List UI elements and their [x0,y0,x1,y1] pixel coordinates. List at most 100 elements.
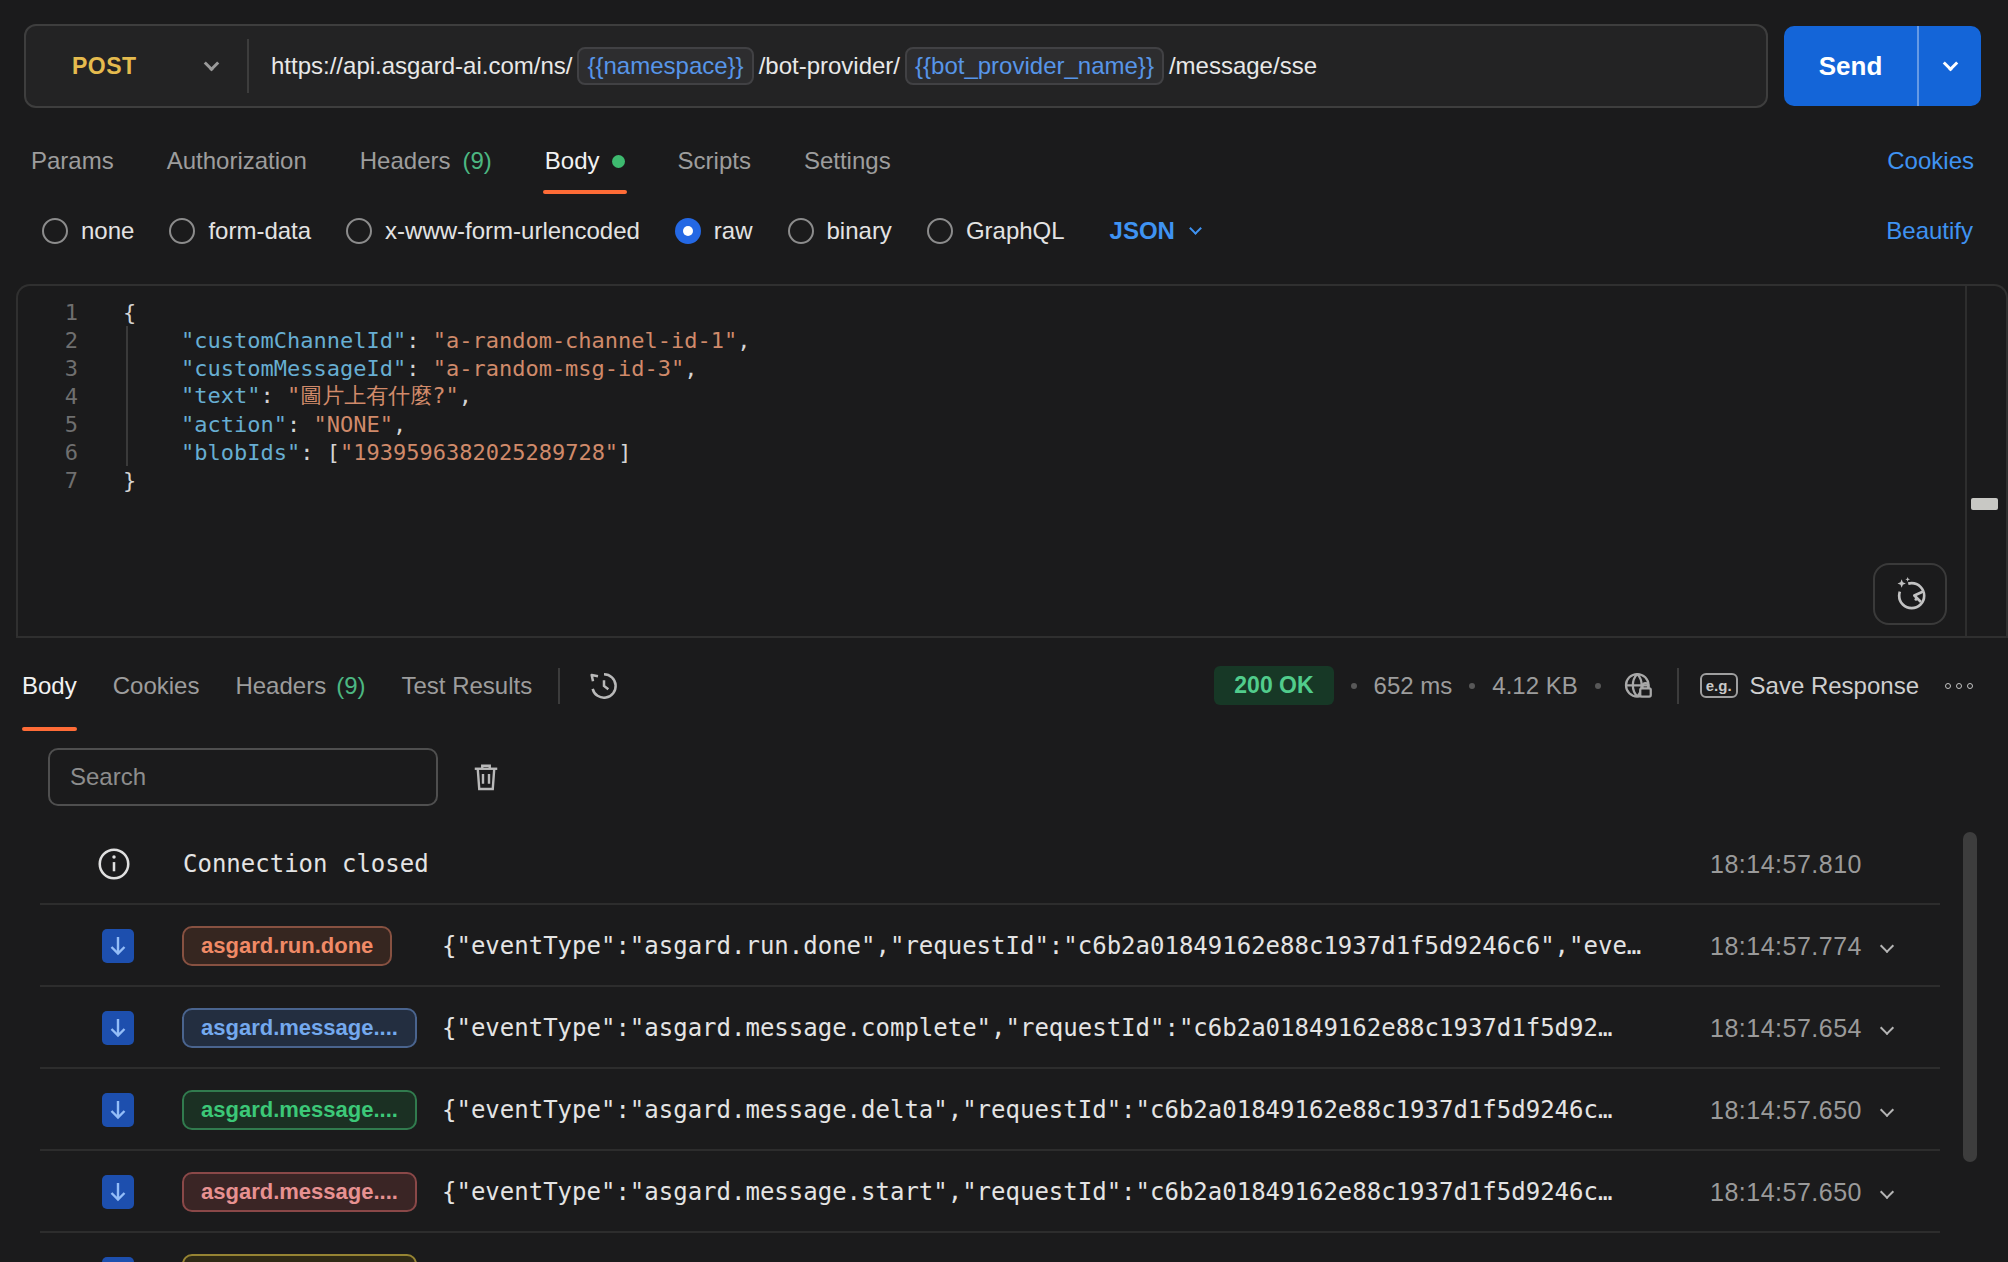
history-icon[interactable] [584,666,624,706]
chevron-down-icon [1189,222,1202,235]
event-timestamp: 18:14:57.810 [1710,850,1862,879]
radio-button[interactable] [42,218,68,244]
indent-guide [126,326,128,466]
event-type-badge: asgard.message.... [182,1254,417,1262]
editor-line: 3"customMessageId": "a-random-msg-id-3", [18,354,2006,382]
response-time: 652 ms [1374,672,1453,700]
save-response-button[interactable]: Save Response [1750,672,1919,700]
method-label: POST [72,53,137,80]
download-arrow-icon [102,929,134,963]
body-mode-form-data[interactable]: form-data [169,217,311,245]
event-type-badge: asgard.message.... [182,1172,417,1212]
body-mode-x-www-form-urlencoded[interactable]: x-www-form-urlencoded [346,217,640,245]
event-timestamp: 18:14:57.650 [1710,1178,1862,1207]
tab-params[interactable]: Params [31,128,114,194]
event-row[interactable]: asgard.message.... [0,1233,2008,1262]
search-input[interactable] [48,748,438,806]
response-tab-headers[interactable]: Headers(9) [235,638,365,733]
radio-button[interactable] [169,218,195,244]
line-number: 1 [18,300,78,325]
event-payload-preview: {"eventType":"asgard.message.complete","… [442,1014,1612,1042]
line-number: 3 [18,356,78,381]
radio-button[interactable] [788,218,814,244]
request-tabs: Params Authorization Headers(9) Body Scripts… [0,128,2008,194]
url-segment: https://api.asgard-ai.com/ns/ [271,52,572,80]
event-row[interactable]: Connection closed18:14:57.810 [0,823,2008,905]
expand-chevron-icon[interactable] [1882,1183,1892,1201]
mode-label: binary [827,217,892,245]
send-button[interactable]: Send [1784,26,1917,106]
event-type-badge: asgard.message.... [182,1008,417,1048]
body-mode-raw[interactable]: raw [675,217,753,245]
network-icon[interactable] [1620,668,1656,704]
chevron-down-icon [1942,55,1958,71]
method-selector[interactable]: POST [26,53,247,80]
line-number: 6 [18,440,78,465]
radio-button[interactable] [927,218,953,244]
mode-label: form-data [208,217,311,245]
url-variable: {{namespace}} [577,47,753,85]
request-body-editor[interactable]: 1{2"customChannelId": "a-random-channel-… [16,284,2008,638]
dot-separator [1351,683,1357,689]
response-bar: Body Cookies Headers(9) Test Results 200 OK… [0,638,2008,733]
line-number: 2 [18,328,78,353]
dot-separator [1595,683,1601,689]
cookies-link[interactable]: Cookies [1887,147,1974,175]
editor-line: 1{ [18,298,2006,326]
tab-scripts[interactable]: Scripts [678,128,751,194]
editor-line: 4"text": "圖片上有什麼?", [18,382,2006,410]
url-segment: /message/sse [1169,52,1317,80]
editor-scrollbar-thumb[interactable] [1971,498,1998,510]
url-variable: {{bot_provider_name}} [905,47,1164,85]
tab-authorization[interactable]: Authorization [167,128,307,194]
dot-separator [1469,683,1475,689]
editor-scrollbar-track [1965,286,1967,636]
expand-chevron-icon[interactable] [1882,1019,1892,1037]
mode-label: raw [714,217,753,245]
tab-headers[interactable]: Headers(9) [360,128,492,194]
mode-label: none [81,217,134,245]
format-dropdown[interactable]: JSON [1110,217,1200,245]
event-row[interactable]: asgard.message.... {"eventType":"asgard.m… [0,987,2008,1069]
response-tab-test-results[interactable]: Test Results [401,638,532,733]
event-row[interactable]: asgard.message....{"eventType":"asgard.m… [0,1069,2008,1151]
event-timestamp: 18:14:57.774 [1710,932,1862,961]
radio-button[interactable] [675,218,701,244]
expand-chevron-icon[interactable] [1882,937,1892,955]
format-label: JSON [1110,217,1175,245]
download-arrow-icon [102,1257,134,1262]
body-mode-GraphQL[interactable]: GraphQL [927,217,1065,245]
postbot-icon [1890,574,1930,614]
download-arrow-icon [102,1093,134,1127]
line-number: 5 [18,412,78,437]
tab-settings[interactable]: Settings [804,128,891,194]
event-list: Connection closed18:14:57.810asgard.run.… [0,823,2008,1262]
event-row[interactable]: asgard.run.done{"eventType":"asgard.run.… [0,905,2008,987]
send-options-button[interactable] [1919,26,1981,106]
divider [558,668,560,704]
tab-body[interactable]: Body [545,128,625,194]
response-tab-cookies[interactable]: Cookies [113,638,200,733]
url-bar: POST https://api.asgard-ai.com/ns/{{name… [24,24,1768,108]
postbot-button[interactable] [1873,563,1947,625]
editor-line: 7} [18,466,2006,494]
search-row [0,748,2008,806]
body-mode-none[interactable]: none [42,217,134,245]
expand-chevron-icon[interactable] [1882,1101,1892,1119]
radio-button[interactable] [346,218,372,244]
response-meta: 200 OK 652 ms 4.12 KB e.g. Save Response [1214,666,1973,705]
body-mode-binary[interactable]: binary [788,217,892,245]
more-options-button[interactable] [1945,683,1973,689]
list-scrollbar-thumb[interactable] [1963,832,1977,1162]
line-number: 7 [18,468,78,493]
event-row[interactable]: asgard.message....{"eventType":"asgard.m… [0,1151,2008,1233]
response-tab-body[interactable]: Body [22,638,77,733]
beautify-link[interactable]: Beautify [1886,217,1973,245]
response-size: 4.12 KB [1492,672,1577,700]
chevron-down-icon [204,55,220,71]
send-button-group: Send [1784,26,1981,106]
event-type-badge: asgard.message.... [182,1090,417,1130]
body-mode-row: none form-data x-www-form-urlencoded raw bin… [0,200,2008,262]
url-input[interactable]: https://api.asgard-ai.com/ns/{{namespace… [249,47,1766,85]
trash-icon[interactable] [468,759,504,795]
